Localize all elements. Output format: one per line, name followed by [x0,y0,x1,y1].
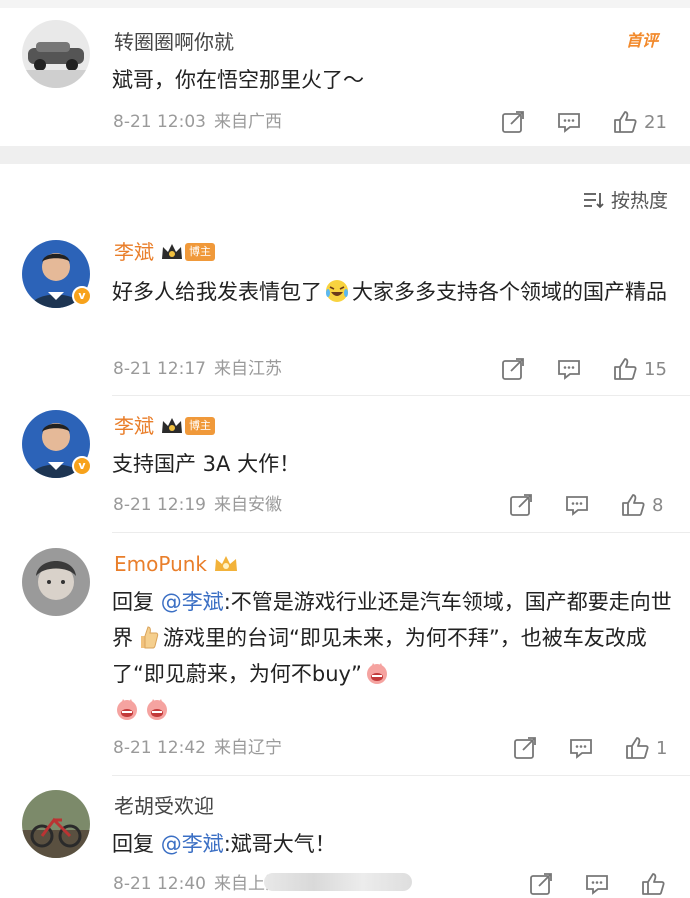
comment-actions: 15 [500,355,667,383]
like-icon[interactable] [640,871,666,897]
comment-text-part: 大家多多支持各个领域的国产精品 [352,280,667,304]
comment-meta: 8-21 12:19 来自安徽 [113,493,282,517]
thumbs-up-emoji-icon [141,626,159,649]
comment-text: 回复 @李斌:斌哥大气！ [112,826,672,862]
mention-link[interactable]: @李斌 [161,590,224,614]
comment-date: 8-21 12:42 [113,738,206,758]
top-review-icon: 首评 [626,31,659,50]
like-icon[interactable] [620,492,646,518]
comment-icon[interactable] [556,356,582,382]
verified-badge: v [72,286,92,306]
author-badge: 博主 [185,243,215,261]
author-badge: 博主 [185,417,215,435]
comment-text-part: 好多人给我发表情包了 [112,280,322,304]
comment-text: 回复 @李斌:不管是游戏行业还是汽车领域，国产都要走向世界 游戏里的台词“即见未来… [112,584,672,728]
comment-actions: 1 [512,734,667,762]
pig-emoji-icon [147,699,167,720]
share-icon[interactable] [508,492,534,518]
name-row: 李斌 博主 [114,412,215,440]
comment-actions: 21 [500,108,667,136]
comment-meta: 8-21 12:42 来自辽宁 [113,736,282,760]
comment-icon[interactable] [564,492,590,518]
divider [112,775,690,776]
avatar[interactable] [22,20,90,88]
comment-location: 来自辽宁 [213,738,282,758]
divider [112,532,690,533]
comment-date: 8-21 12:40 [113,874,206,894]
crown-icon [162,418,182,433]
sort-hot-button[interactable]: 按热度 [583,186,668,213]
comment-date: 8-21 12:17 [113,359,206,379]
share-icon[interactable] [500,109,526,135]
like-icon[interactable] [612,356,638,382]
username[interactable]: 李斌 [114,238,154,266]
verified-badge: v [72,456,92,476]
like-count: 1 [656,737,668,759]
comment-text: 支持国产 3A 大作！ [112,452,301,476]
like-count: 8 [652,494,664,516]
comment-text: 好多人给我发表情包了 大家多多支持各个领域的国产精品 [112,274,672,310]
username[interactable]: 李斌 [114,412,154,440]
pig-emoji-icon [117,699,137,720]
laugh-cry-emoji-icon [326,280,348,302]
comment-meta: 8-21 12:40 来自上海 [113,872,282,896]
username[interactable]: 老胡受欢迎 [114,792,214,820]
section-gap [0,146,690,164]
like-count: 21 [644,111,667,133]
reply-prefix: 回复 [112,590,161,614]
share-icon[interactable] [500,356,526,382]
mention-link[interactable]: @李斌 [161,832,224,856]
comment-text-part: :斌哥大气！ [223,832,336,856]
comment-date: 8-21 12:19 [113,495,206,515]
like-icon[interactable] [612,109,638,135]
comment-meta: 8-21 12:03 来自广西 [113,110,282,134]
share-icon[interactable] [512,735,538,761]
pig-emoji-icon [366,663,387,684]
like-count: 15 [644,358,667,380]
reply-prefix: 回复 [112,832,161,856]
name-row: 转圈圈啊你就 [114,28,234,56]
crown-icon [162,244,182,259]
comment-location: 来自安徽 [213,495,282,515]
comment-date: 8-21 12:03 [113,112,206,132]
comment-actions: 8 [508,491,663,519]
comment-actions [528,870,666,898]
divider [112,395,690,396]
comment-icon[interactable] [568,735,594,761]
username[interactable]: EmoPunk [114,550,207,578]
avatar[interactable] [22,548,90,616]
comment-text: 斌哥，你在悟空那里火了～ [112,68,364,92]
like-icon[interactable] [624,735,650,761]
comment-icon[interactable] [556,109,582,135]
gold-crown-icon [215,556,237,571]
sort-label: 按热度 [610,190,668,212]
share-icon[interactable] [528,871,554,897]
username[interactable]: 转圈圈啊你就 [114,28,234,56]
name-row: 李斌 博主 [114,238,215,266]
comment-location: 来自广西 [213,112,282,132]
avatar[interactable] [22,790,90,858]
comment-location: 来自江苏 [213,359,282,379]
name-row: EmoPunk [114,550,239,578]
comment-meta: 8-21 12:17 来自江苏 [113,357,282,381]
sort-icon [583,192,604,208]
comment-icon[interactable] [584,871,610,897]
watermark-blur [264,873,412,891]
name-row: 老胡受欢迎 [114,792,214,820]
top-strip [0,0,690,8]
